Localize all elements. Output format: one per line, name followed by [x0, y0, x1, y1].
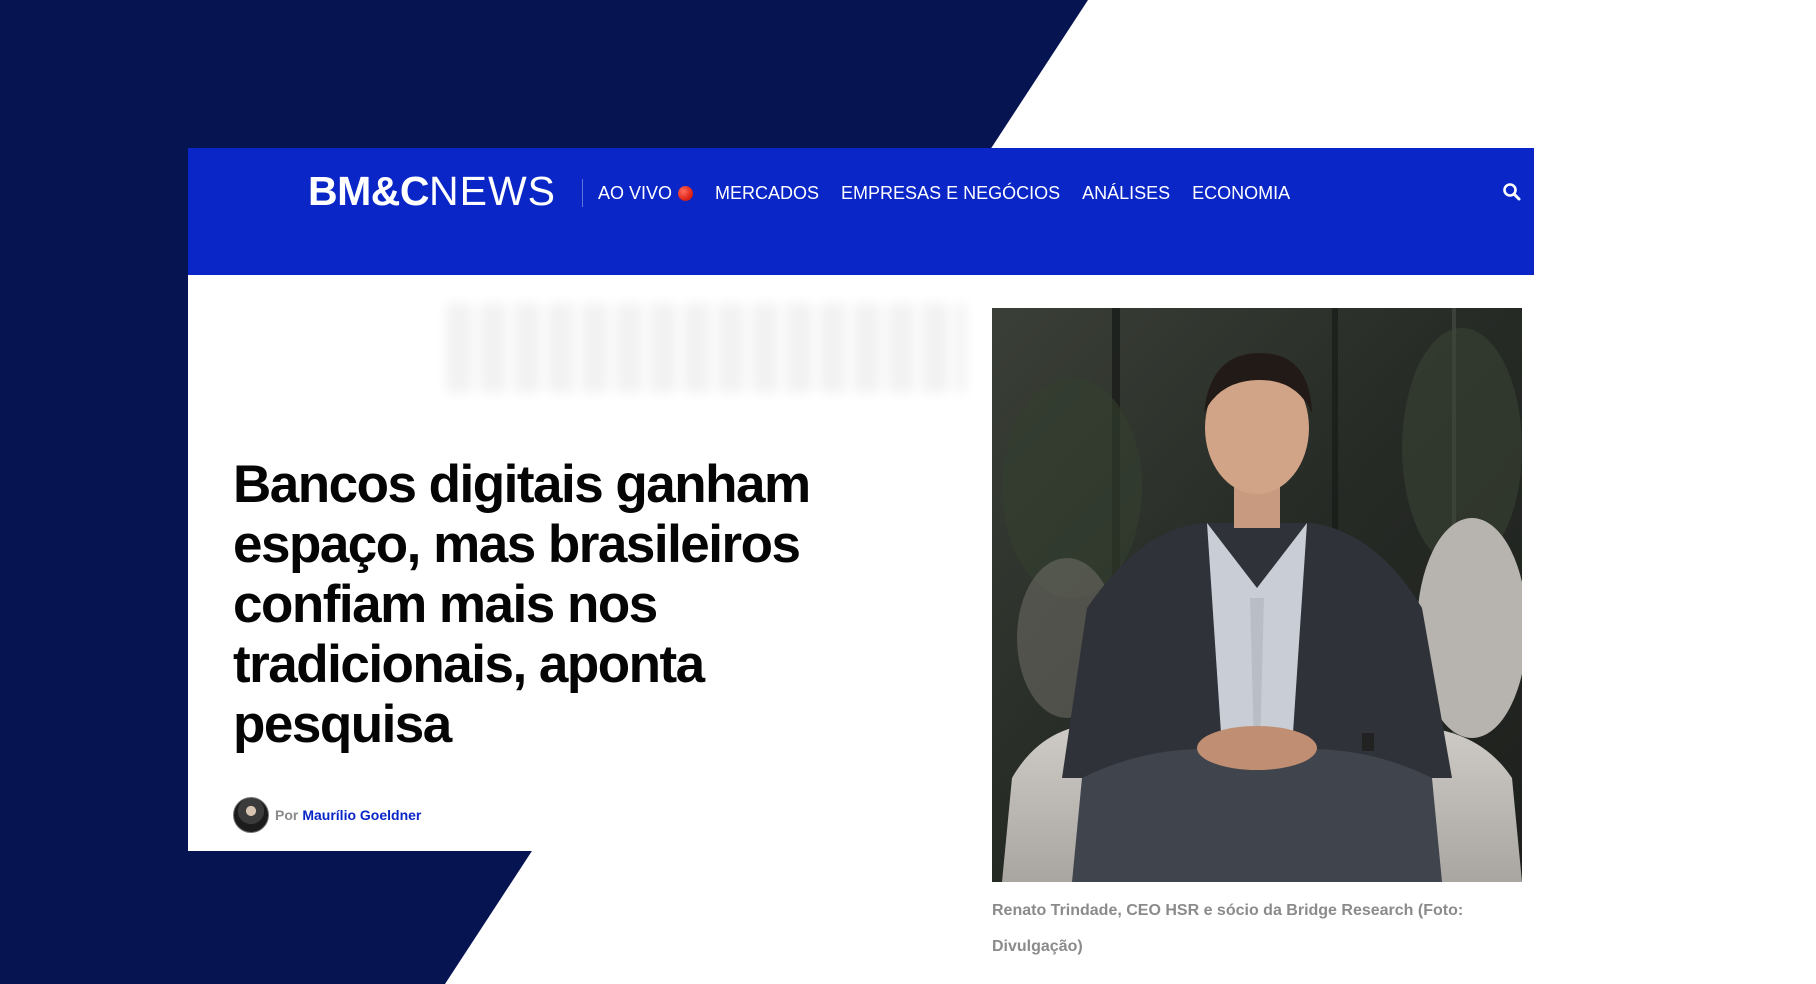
faded-background-text — [446, 303, 966, 393]
nav-item-label: ECONOMIA — [1192, 183, 1291, 203]
nav-item-label: EMPRESAS E NEGÓCIOS — [841, 183, 1061, 203]
main-nav: AO VIVO MERCADOS EMPRESAS E NEGÓCIOS ANÁ… — [598, 180, 1312, 206]
logo-text-light: NEWS — [428, 168, 556, 214]
site-header: BM&C NEWS AO VIVO MERCADOS EMPRESAS E NE… — [188, 148, 1534, 275]
photo-caption: Renato Trindade, CEO HSR e sócio da Brid… — [992, 902, 1464, 955]
nav-item-label: AO VIVO — [598, 183, 673, 203]
article-photo — [992, 308, 1522, 882]
nav-item-ao-vivo[interactable]: AO VIVO — [598, 180, 694, 206]
site-logo[interactable]: BM&C NEWS — [308, 170, 556, 212]
article-card: Bancos digitais ganham espaço, mas brasi… — [188, 275, 1010, 851]
author-avatar[interactable] — [233, 797, 269, 833]
logo-text-bold: BM&C — [308, 168, 429, 214]
nav-item-mercados[interactable]: MERCADOS — [715, 180, 819, 206]
nav-item-label: MERCADOS — [715, 183, 820, 203]
search-icon[interactable] — [1502, 182, 1522, 202]
logo-divider — [582, 179, 583, 207]
nav-item-analises[interactable]: ANÁLISES — [1082, 180, 1170, 206]
nav-item-label: ANÁLISES — [1082, 183, 1171, 203]
article-headline: Bancos digitais ganham espaço, mas brasi… — [233, 455, 811, 754]
author-link[interactable]: Maurílio Goeldner — [302, 807, 421, 823]
nav-item-empresas-e-negocios[interactable]: EMPRESAS E NEGÓCIOS — [841, 180, 1060, 206]
page: BM&C NEWS AO VIVO MERCADOS EMPRESAS E NE… — [0, 0, 1816, 984]
live-dot-icon — [678, 185, 694, 201]
byline-prefix: Por — [275, 807, 299, 823]
article-byline: Por Maurílio Goeldner — [233, 797, 421, 833]
nav-item-economia[interactable]: ECONOMIA — [1192, 180, 1290, 206]
